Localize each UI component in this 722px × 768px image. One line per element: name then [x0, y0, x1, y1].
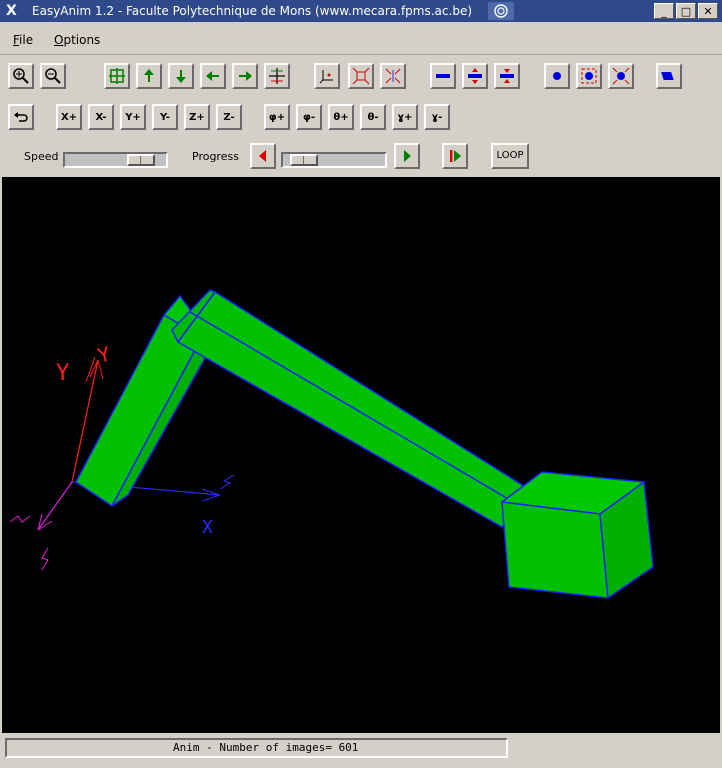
axis-glyph-magenta-2 — [41, 547, 49, 571]
pan-icon — [109, 68, 125, 84]
shading-button[interactable] — [656, 63, 682, 89]
point-shrink-icon — [612, 67, 630, 85]
y-plus-button[interactable]: Y+ — [120, 104, 146, 130]
y-minus-button[interactable]: Y- — [152, 104, 178, 130]
axes-button[interactable] — [314, 63, 340, 89]
line-button[interactable] — [430, 63, 456, 89]
speed-slider[interactable] — [63, 152, 168, 168]
fit-view-icon — [352, 67, 370, 85]
shrink-view-icon — [385, 68, 401, 84]
scene-canvas: Y Y X — [9, 289, 654, 599]
axis-glyph-magenta-1 — [9, 515, 31, 523]
step-forward-button[interactable] — [442, 143, 468, 169]
fit-view-button[interactable] — [348, 63, 374, 89]
line-shrink-button[interactable] — [494, 63, 520, 89]
center-button[interactable] — [264, 63, 290, 89]
step-forward-icon — [450, 150, 461, 162]
zoom-in-button[interactable] — [8, 63, 34, 89]
arrow-left-icon — [206, 71, 219, 81]
undo-button[interactable] — [8, 104, 34, 130]
progress-slider[interactable] — [281, 152, 387, 168]
loop-button[interactable]: LOOP — [491, 143, 529, 169]
3d-viewport[interactable]: Y Y X — [2, 177, 720, 733]
gamma-minus-button[interactable]: ɣ- — [424, 104, 450, 130]
axis-glyph-blue — [219, 474, 235, 490]
menu-file[interactable]: File — [13, 33, 33, 47]
theta-plus-button[interactable]: θ+ — [328, 104, 354, 130]
play-forward-button[interactable] — [394, 143, 420, 169]
progress-slider-thumb[interactable] — [290, 154, 318, 166]
point-expand-icon — [581, 68, 597, 84]
zoom-out-button[interactable] — [40, 63, 66, 89]
axis-label-y1: Y — [56, 361, 69, 386]
shrink-view-button[interactable] — [380, 63, 406, 89]
end-block — [501, 471, 654, 599]
line-expand-button[interactable] — [462, 63, 488, 89]
menu-bar: File Options — [0, 24, 722, 55]
swirl-icon — [488, 2, 514, 20]
status-bar: Anim - Number of images= 601 — [0, 735, 722, 768]
phi-plus-button[interactable]: φ+ — [264, 104, 290, 130]
z-plus-button[interactable]: Z+ — [184, 104, 210, 130]
pan-button[interactable] — [104, 63, 130, 89]
point-icon — [553, 72, 561, 80]
status-text: Anim - Number of images= 601 — [5, 738, 508, 758]
menu-options[interactable]: Options — [54, 33, 100, 47]
x-minus-button[interactable]: X- — [88, 104, 114, 130]
speed-label: Speed — [24, 150, 59, 163]
move-right-button[interactable] — [232, 63, 258, 89]
maximize-button[interactable]: □ — [676, 3, 696, 19]
play-backward-button[interactable] — [250, 143, 276, 169]
move-left-button[interactable] — [200, 63, 226, 89]
phi-minus-button[interactable]: φ- — [296, 104, 322, 130]
undo-icon — [14, 112, 28, 122]
point-shrink-button[interactable] — [608, 63, 634, 89]
play-back-icon — [259, 150, 266, 162]
point-expand-button[interactable] — [576, 63, 602, 89]
axis-label-x: X — [202, 517, 213, 538]
arrow-down-icon — [176, 70, 186, 83]
window-title: EasyAnim 1.2 - Faculte Polytechnique de … — [32, 4, 473, 18]
x-window-icon[interactable]: X — [6, 3, 17, 19]
center-icon — [269, 68, 285, 84]
close-button[interactable]: ✕ — [698, 3, 718, 19]
title-bar: X EasyAnim 1.2 - Faculte Polytechnique d… — [0, 0, 722, 22]
gamma-plus-button[interactable]: ɣ+ — [392, 104, 418, 130]
shading-icon — [661, 72, 674, 80]
move-down-button[interactable] — [168, 63, 194, 89]
theta-minus-button[interactable]: θ- — [360, 104, 386, 130]
arrow-right-icon — [239, 71, 252, 81]
point-button[interactable] — [544, 63, 570, 89]
speed-slider-thumb[interactable] — [127, 154, 155, 166]
line-shrink-icon — [500, 69, 514, 83]
line-icon — [436, 74, 450, 78]
play-forward-icon — [404, 150, 411, 162]
z-minus-button[interactable]: Z- — [216, 104, 242, 130]
progress-label: Progress — [192, 150, 239, 163]
minimize-button[interactable]: _ — [654, 3, 674, 19]
arrow-up-icon — [144, 69, 154, 82]
zoom-in-icon — [13, 68, 29, 84]
x-plus-button[interactable]: X+ — [56, 104, 82, 130]
zoom-out-icon — [45, 68, 61, 84]
axes-icon — [319, 70, 333, 84]
line-expand-icon — [468, 68, 482, 84]
link-2 — [171, 289, 539, 528]
move-up-button[interactable] — [136, 63, 162, 89]
